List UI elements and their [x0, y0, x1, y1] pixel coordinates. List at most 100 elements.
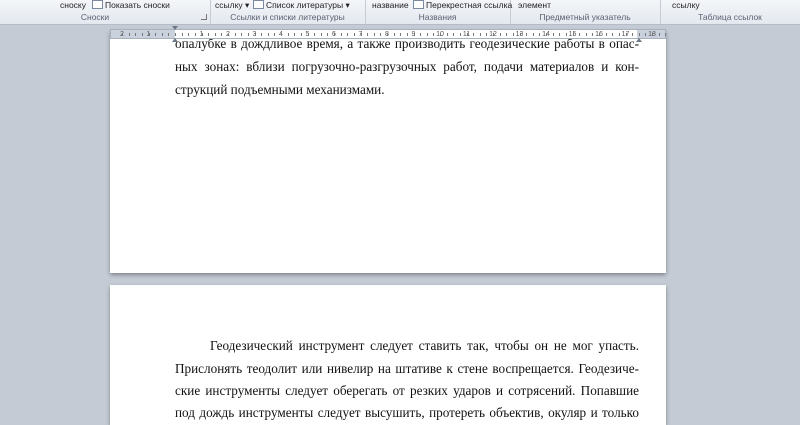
cross-reference-button[interactable]: Перекрестная ссылка: [413, 0, 512, 10]
ruler-tick: [188, 33, 190, 36]
ruler-tick: [406, 33, 408, 36]
ruler-tick: [559, 33, 561, 36]
bibliography-button[interactable]: Список литературы ▾: [253, 0, 350, 11]
ruler-tick: [274, 33, 276, 36]
ruler-tick: [327, 33, 329, 36]
ruler-tick: [493, 33, 494, 36]
ruler-tick: [148, 33, 150, 36]
ruler-tick: [420, 33, 422, 36]
ruler-tick: [486, 33, 488, 36]
page-1-line-2: ных зонах: вблизи погрузочно-разгрузочны…: [175, 59, 639, 74]
insert-caption-button[interactable]: название: [372, 0, 409, 10]
ruler-tick: [373, 33, 375, 36]
page-2-line-4: под дождь инструменты следует высушить, …: [175, 405, 639, 420]
right-indent-marker[interactable]: [636, 38, 642, 42]
ruler-tick: [665, 33, 667, 36]
ruler-tick: [201, 33, 203, 36]
ruler-tick: [426, 33, 428, 36]
first-line-indent-marker[interactable]: [172, 26, 178, 30]
ruler-tick: [175, 33, 176, 36]
ruler-tick: [519, 33, 521, 36]
ruler-tick: [585, 33, 587, 36]
ruler-tick: [267, 33, 269, 36]
ruler-tick: [546, 33, 547, 36]
page-1: опалубке в дождливое время, а также прои…: [110, 30, 666, 273]
toa-group: ссылку Таблица ссылок: [660, 0, 800, 24]
ruler-tick: [579, 33, 581, 36]
ruler-tick: [592, 33, 594, 36]
ruler-tick: [506, 33, 508, 36]
ruler-tick: [433, 33, 435, 36]
ruler-tick: [400, 33, 402, 36]
ruler-tick: [314, 33, 316, 36]
page-2: Геодезический инструмент следует ставить…: [110, 285, 666, 425]
ruler-tick: [168, 33, 170, 36]
ruler-tick: [605, 33, 607, 36]
cross-reference-icon: [413, 0, 424, 9]
ruler-tick: [512, 33, 514, 36]
ruler-tick: [387, 33, 388, 36]
ruler-tick: [552, 33, 554, 36]
ruler-tick: [532, 33, 534, 36]
ruler-tick: [194, 33, 196, 36]
ruler-tick: [234, 33, 236, 36]
ruler-tick: [241, 33, 243, 36]
ruler-tick: [367, 33, 369, 36]
ruler-tick: [135, 33, 137, 36]
ruler-tick: [261, 33, 263, 36]
ruler-tick: [618, 33, 620, 36]
ruler-tick: [632, 33, 634, 36]
ruler-tick: [334, 33, 335, 36]
ruler-tick: [247, 33, 249, 36]
ruler-tick: [413, 33, 415, 36]
captions-caption: Названия: [418, 12, 457, 22]
ruler-tick: [228, 33, 229, 36]
ruler-tick: [539, 33, 541, 36]
ruler-tick: [479, 33, 481, 36]
ruler-tick: [499, 33, 501, 36]
mark-entry-button[interactable]: элемент: [518, 0, 551, 10]
ruler-tick: [473, 33, 475, 36]
ruler-tick: [254, 33, 256, 36]
show-footnotes-icon: [92, 0, 103, 9]
ruler-tick: [122, 33, 123, 36]
citations-caption: Ссылки и списки литературы: [230, 12, 345, 22]
captions-group: название Перекрестная ссылка Названия: [365, 0, 512, 24]
ruler-tick: [446, 33, 448, 36]
citations-group: ссылку ▾ Список литературы ▾ Ссылки и сп…: [210, 0, 366, 24]
ruler-tick: [625, 33, 627, 36]
left-indent-marker[interactable]: [172, 38, 178, 42]
ruler-tick: [181, 33, 183, 36]
ruler-tick: [440, 33, 441, 36]
ruler-tick: [565, 33, 567, 36]
ruler-tick: [155, 33, 157, 36]
ruler-tick: [526, 33, 528, 36]
mark-citation-button[interactable]: ссылку: [672, 0, 700, 10]
show-footnotes-button[interactable]: Показать сноски: [92, 0, 170, 10]
footnotes-caption: Сноски: [80, 12, 110, 22]
index-group: элемент Предметный указатель: [510, 0, 661, 24]
index-caption: Предметный указатель: [539, 12, 631, 22]
ruler-tick: [572, 33, 574, 36]
page-2-line-1: Геодезический инструмент следует ставить…: [210, 338, 639, 353]
footnotes-dialog-launcher-icon[interactable]: [201, 14, 207, 20]
ruler-tick: [214, 33, 216, 36]
ruler-tick: [466, 33, 468, 36]
ruler-tick: [360, 33, 362, 36]
ruler-tick: [645, 33, 647, 36]
insert-citation-button[interactable]: ссылку ▾: [215, 0, 249, 11]
ruler-tick: [347, 33, 349, 36]
ruler-tick: [599, 33, 600, 36]
ruler-tick: [340, 33, 342, 36]
horizontal-ruler[interactable]: 21123456789101112131415161718: [110, 26, 667, 42]
ruler-tick: [208, 33, 210, 36]
ruler-tick: [161, 33, 163, 36]
page-2-line-3: ские инструменты следует оберегать от ре…: [175, 383, 639, 398]
ruler-tick: [380, 33, 382, 36]
ruler-tick: [300, 33, 302, 36]
ruler-tick: [281, 33, 282, 36]
toa-caption: Таблица ссылок: [698, 12, 762, 22]
insert-footnote-button[interactable]: сноску: [60, 0, 86, 10]
ribbon: сноску Показать сноски Сноски ссылку ▾ С…: [0, 0, 800, 25]
ruler-tick: [294, 33, 296, 36]
